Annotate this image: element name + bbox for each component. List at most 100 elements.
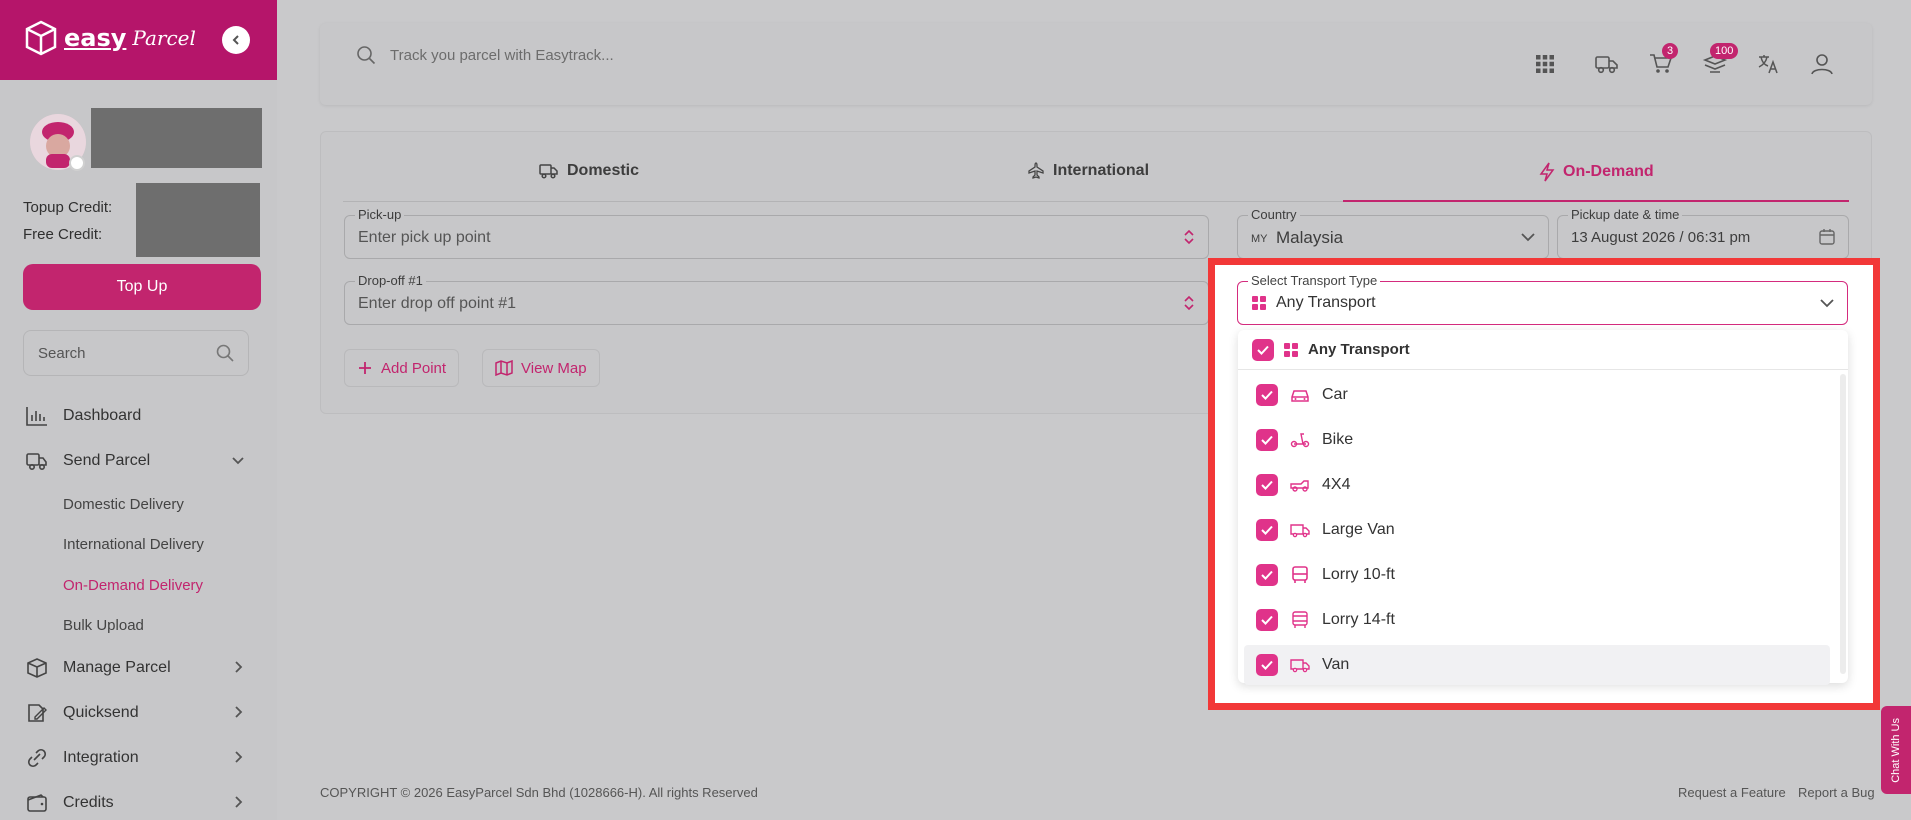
logo[interactable]: easy Parcel xyxy=(24,20,196,56)
transport-type-dropdown: Any Transport Car Bike 4X4 Large Van Lor… xyxy=(1238,330,1848,685)
apps-grid-button[interactable] xyxy=(1530,49,1560,79)
sort-arrows-icon xyxy=(1184,295,1194,311)
option-van[interactable]: Van xyxy=(1244,645,1830,685)
checkbox-checked-icon[interactable] xyxy=(1256,429,1278,451)
option-bike[interactable]: Bike xyxy=(1244,420,1830,460)
dropoff-field[interactable]: Drop-off #1 Enter drop off point #1 xyxy=(344,273,1209,325)
option-large-van[interactable]: Large Van xyxy=(1244,510,1830,550)
translate-icon xyxy=(1758,55,1778,74)
report-bug-link[interactable]: Report a Bug xyxy=(1798,785,1875,800)
chevron-down-icon xyxy=(1820,299,1834,308)
cube-logo-icon xyxy=(25,20,57,56)
pickup-datetime-label: Pickup date & time xyxy=(1568,207,1683,222)
checkbox-checked-icon[interactable] xyxy=(1256,609,1278,631)
topup-button[interactable]: Top Up xyxy=(23,264,261,310)
checkbox-checked-icon[interactable] xyxy=(1256,654,1278,676)
pickup-field[interactable]: Pick-up Enter pick up point xyxy=(344,207,1209,259)
transport-type-label: Select Transport Type xyxy=(1248,273,1381,288)
country-label: Country xyxy=(1248,207,1300,222)
chevron-down-icon xyxy=(1521,233,1535,242)
lorry-icon xyxy=(1292,611,1308,628)
option-lorry-10ft[interactable]: Lorry 10-ft xyxy=(1244,555,1830,595)
logo-text: easy xyxy=(64,24,127,52)
nav-send-parcel[interactable]: Send Parcel xyxy=(25,446,255,476)
view-map-button[interactable]: View Map xyxy=(482,349,600,387)
pickup-datetime-field[interactable]: Pickup date & time 13 August 2026 / 06:3… xyxy=(1557,207,1849,259)
sidebar-search-placeholder: Search xyxy=(38,344,86,362)
transport-type-select[interactable]: Select Transport Type Any Transport xyxy=(1237,273,1848,325)
request-feature-link[interactable]: Request a Feature xyxy=(1678,785,1786,800)
nav-sub-bulk-upload[interactable]: Bulk Upload xyxy=(63,617,144,634)
view-map-label: View Map xyxy=(521,359,587,377)
search-icon xyxy=(216,344,234,362)
option-label: Car xyxy=(1322,386,1348,403)
notification-badge: 100 xyxy=(1710,43,1739,59)
language-button[interactable] xyxy=(1754,49,1784,79)
nav-sub-domestic-delivery[interactable]: Domestic Delivery xyxy=(63,496,184,513)
chevron-left-icon xyxy=(232,35,239,45)
nav-label: Dashboard xyxy=(63,407,142,424)
tab-label: Domestic xyxy=(567,162,640,179)
tab-domestic[interactable]: Domestic xyxy=(539,162,639,180)
notifications-button[interactable]: 100 xyxy=(1700,43,1739,79)
option-label: 4X4 xyxy=(1322,476,1351,493)
transport-type-value: Any Transport xyxy=(1276,294,1376,311)
sidebar-collapse-button[interactable] xyxy=(222,26,250,54)
chat-with-us-button[interactable]: Chat With Us xyxy=(1881,706,1911,794)
profile-button[interactable] xyxy=(1807,49,1837,79)
chart-bars-icon xyxy=(26,407,47,426)
checkbox-checked-icon[interactable] xyxy=(1256,474,1278,496)
nav-label: Send Parcel xyxy=(63,452,151,469)
calendar-icon xyxy=(1819,229,1835,245)
nav-sub-international-delivery[interactable]: International Delivery xyxy=(63,536,204,553)
cart-button[interactable]: 3 xyxy=(1646,43,1679,79)
copyright-text: COPYRIGHT © 2026 EasyParcel Sdn Bhd (102… xyxy=(320,785,758,800)
tab-label: International xyxy=(1053,162,1150,179)
box-icon xyxy=(27,658,47,678)
sort-arrows-icon xyxy=(1184,229,1194,245)
nav-credits[interactable]: Credits xyxy=(25,788,255,818)
grid-four-icon xyxy=(1252,296,1266,310)
nav-dashboard[interactable]: Dashboard xyxy=(25,401,255,431)
van-icon xyxy=(1290,659,1310,673)
nav-manage-parcel[interactable]: Manage Parcel xyxy=(25,653,255,683)
scooter-icon xyxy=(1290,433,1310,448)
easytrack-search-input[interactable]: Track you parcel with Easytrack... xyxy=(356,45,614,65)
chat-with-us-label: Chat With Us xyxy=(1890,717,1902,783)
dropdown-scrollbar[interactable] xyxy=(1840,374,1846,674)
checkbox-checked-icon[interactable] xyxy=(1252,338,1274,361)
checkbox-checked-icon[interactable] xyxy=(1256,384,1278,406)
link-icon xyxy=(27,748,47,768)
option-any-transport[interactable]: Any Transport xyxy=(1238,330,1848,370)
checkbox-checked-icon[interactable] xyxy=(1256,519,1278,541)
option-lorry-14ft[interactable]: Lorry 14-ft xyxy=(1244,600,1830,640)
grid-four-icon xyxy=(1284,342,1298,357)
shipments-button[interactable] xyxy=(1592,49,1622,79)
lightning-icon xyxy=(1539,162,1555,182)
sidebar-search-input[interactable]: Search xyxy=(23,330,249,376)
cart-badge: 3 xyxy=(1662,43,1679,59)
nav-integration[interactable]: Integration xyxy=(25,743,255,773)
option-label: Bike xyxy=(1322,431,1354,448)
add-point-button[interactable]: Add Point xyxy=(344,349,460,387)
option-car[interactable]: Car xyxy=(1244,375,1830,415)
4x4-icon xyxy=(1290,480,1309,492)
country-select[interactable]: Country MY Malaysia xyxy=(1237,207,1549,259)
option-4x4[interactable]: 4X4 xyxy=(1244,465,1830,505)
checkbox-checked-icon[interactable] xyxy=(1256,564,1278,586)
dropoff-label: Drop-off #1 xyxy=(355,273,426,288)
dropoff-placeholder: Enter drop off point #1 xyxy=(358,295,517,312)
add-point-label: Add Point xyxy=(381,359,447,377)
nav-label: Quicksend xyxy=(63,704,139,721)
tab-on-demand[interactable]: On-Demand xyxy=(1539,162,1654,182)
tab-international[interactable]: International xyxy=(1027,162,1149,180)
user-icon xyxy=(1811,54,1833,75)
pickup-datetime-value: 13 August 2026 / 06:31 pm xyxy=(1571,229,1751,246)
active-tab-indicator xyxy=(1343,200,1849,202)
nav-sub-on-demand-delivery[interactable]: On-Demand Delivery xyxy=(63,577,203,594)
option-label: Any Transport xyxy=(1308,341,1410,358)
chevron-down-icon xyxy=(232,457,244,465)
redacted-credit-values xyxy=(136,183,260,257)
nav-quicksend[interactable]: Quicksend xyxy=(25,698,255,728)
truck-icon xyxy=(539,164,558,179)
